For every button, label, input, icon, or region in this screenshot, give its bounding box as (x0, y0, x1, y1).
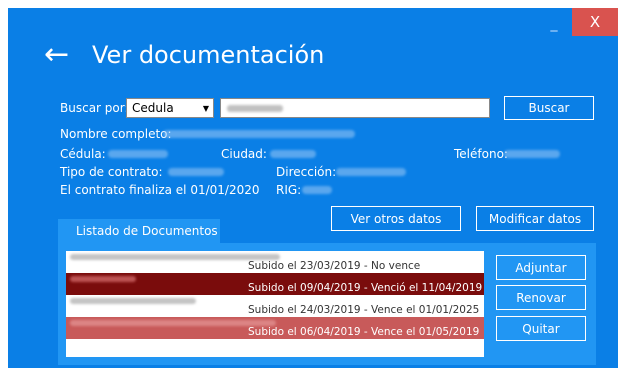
view-other-data-button[interactable]: Ver otros datos (331, 206, 461, 231)
list-item[interactable]: Subido el 06/04/2019 - Vence el 01/05/20… (66, 317, 484, 339)
search-input[interactable] (220, 98, 490, 118)
search-type-value: Cedula (132, 101, 174, 115)
minimize-button[interactable]: _ (542, 12, 566, 32)
full-name-redacted (163, 130, 355, 138)
window: _ X ← Ver documentación Buscar por: Cedu… (8, 8, 618, 368)
id-redacted (108, 150, 168, 158)
modify-data-button[interactable]: Modificar datos (476, 206, 594, 231)
search-input-redacted-value (227, 105, 283, 112)
document-status: Subido el 23/03/2019 - No vence (248, 260, 421, 272)
tab-documents[interactable]: Listado de Documentos (58, 219, 220, 243)
documents-list[interactable]: Subido el 23/03/2019 - No vence Subido e… (66, 251, 484, 357)
document-name-redacted (70, 276, 136, 282)
list-item[interactable]: Subido el 24/03/2019 - Vence el 01/01/20… (66, 295, 484, 317)
contract-type-label: Tipo de contrato: (60, 165, 163, 179)
attach-button[interactable]: Adjuntar (496, 255, 586, 280)
city-redacted (270, 150, 316, 158)
search-by-label: Buscar por: (60, 101, 129, 115)
back-arrow-icon[interactable]: ← (44, 38, 78, 72)
phone-label: Teléfono: (454, 147, 508, 161)
document-status: Subido el 09/04/2019 - Venció el 11/04/2… (248, 282, 483, 294)
list-item[interactable]: Subido el 23/03/2019 - No vence (66, 251, 484, 273)
remove-button[interactable]: Quitar (496, 316, 586, 341)
renew-button[interactable]: Renovar (496, 285, 586, 310)
close-button[interactable]: X (572, 8, 618, 36)
list-item[interactable]: Subido el 09/04/2019 - Venció el 11/04/2… (66, 273, 484, 295)
city-label: Ciudad: (221, 147, 267, 161)
page-title: Ver documentación (92, 41, 325, 69)
phone-redacted (504, 150, 560, 158)
rig-redacted (302, 186, 332, 194)
search-button[interactable]: Buscar (504, 96, 594, 120)
address-redacted (336, 168, 406, 176)
document-name-redacted (70, 298, 196, 304)
dropdown-caret-icon: ▼ (202, 104, 209, 113)
full-name-label: Nombre completo: (60, 127, 172, 141)
search-type-select[interactable]: Cedula ▼ (126, 98, 214, 118)
document-status: Subido el 24/03/2019 - Vence el 01/01/20… (248, 304, 480, 316)
document-name-redacted (70, 320, 276, 326)
contract-end-label: El contrato finaliza el 01/01/2020 (60, 183, 260, 197)
rig-label: RIG: (276, 183, 302, 197)
contract-type-redacted (168, 168, 224, 176)
address-label: Dirección: (276, 165, 337, 179)
id-label: Cédula: (60, 147, 106, 161)
document-status: Subido el 06/04/2019 - Vence el 01/05/20… (248, 326, 480, 338)
